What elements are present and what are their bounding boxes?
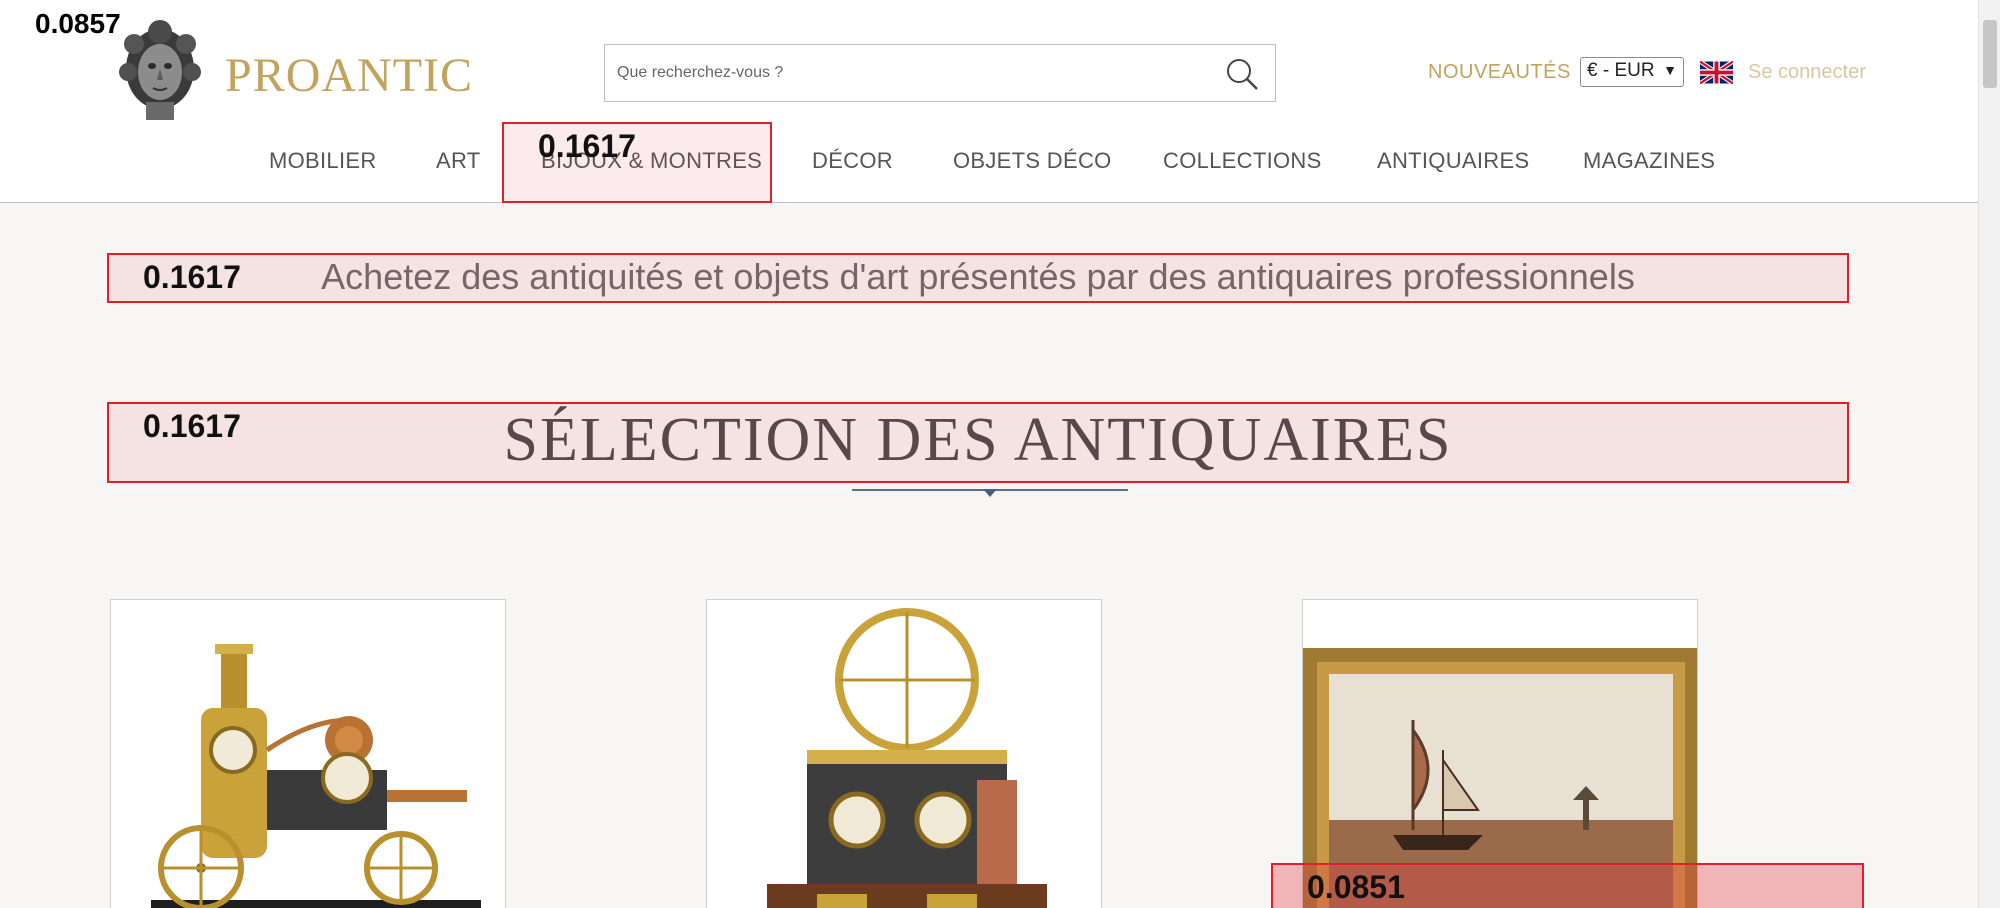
- nav-item-objets-deco[interactable]: OBJETS DÉCO: [953, 148, 1112, 174]
- product-card[interactable]: [110, 599, 506, 908]
- highlight-box-title: 0.1617: [107, 402, 1849, 483]
- search-input[interactable]: [617, 45, 1207, 101]
- new-arrivals-link[interactable]: NOUVEAUTÉS: [1428, 61, 1571, 84]
- page-scrollbar[interactable]: [1978, 0, 2000, 908]
- highlight-box-tagline: 0.1617: [107, 253, 1849, 303]
- nav-item-decor[interactable]: DÉCOR: [812, 148, 893, 174]
- highlight-box-card: 0.0851: [1271, 863, 1864, 908]
- steam-engine-clock-image[interactable]: [707, 600, 1102, 908]
- currency-select[interactable]: € - EUR ▼: [1580, 57, 1684, 87]
- uk-flag-icon[interactable]: [1700, 61, 1733, 84]
- highlight-score-label: 0.1617: [143, 259, 241, 295]
- nav-item-antiquaires[interactable]: ANTIQUAIRES: [1377, 148, 1529, 174]
- product-card[interactable]: [706, 599, 1102, 908]
- logo-wordmark[interactable]: PROANTIC: [225, 48, 473, 103]
- nav-item-art[interactable]: ART: [436, 148, 481, 174]
- highlight-score-label: 0.1617: [538, 128, 636, 164]
- nav-item-collections[interactable]: COLLECTIONS: [1163, 148, 1322, 174]
- logo-bust-icon[interactable]: [110, 14, 210, 122]
- currency-value: € - EUR: [1587, 60, 1655, 81]
- product-card[interactable]: [1302, 599, 1698, 908]
- scrollbar-thumb[interactable]: [1983, 20, 1997, 88]
- nav-item-mobilier[interactable]: MOBILIER: [269, 148, 377, 174]
- site-header: PROANTIC NOUVEAUTÉS € - EUR ▼ Se connect…: [0, 0, 1978, 203]
- corner-score-label: 0.0857: [35, 8, 121, 39]
- search-bar: [604, 44, 1276, 102]
- divider-caret-icon: [983, 489, 997, 497]
- seascape-painting-image[interactable]: [1303, 600, 1698, 908]
- chevron-down-icon: ▼: [1663, 62, 1677, 78]
- highlight-box-nav: 0.1617: [502, 122, 772, 203]
- main-nav: MOBILIER ART BIJOUX & MONTRES DÉCOR OBJE…: [0, 148, 1978, 178]
- steam-fire-engine-clock-image[interactable]: [111, 600, 506, 908]
- login-link[interactable]: Se connecter: [1748, 61, 1866, 84]
- nav-item-magazines[interactable]: MAGAZINES: [1583, 148, 1715, 174]
- highlight-score-label: 0.0851: [1307, 869, 1405, 905]
- highlight-score-label: 0.1617: [143, 408, 241, 444]
- search-icon[interactable]: [1225, 57, 1259, 91]
